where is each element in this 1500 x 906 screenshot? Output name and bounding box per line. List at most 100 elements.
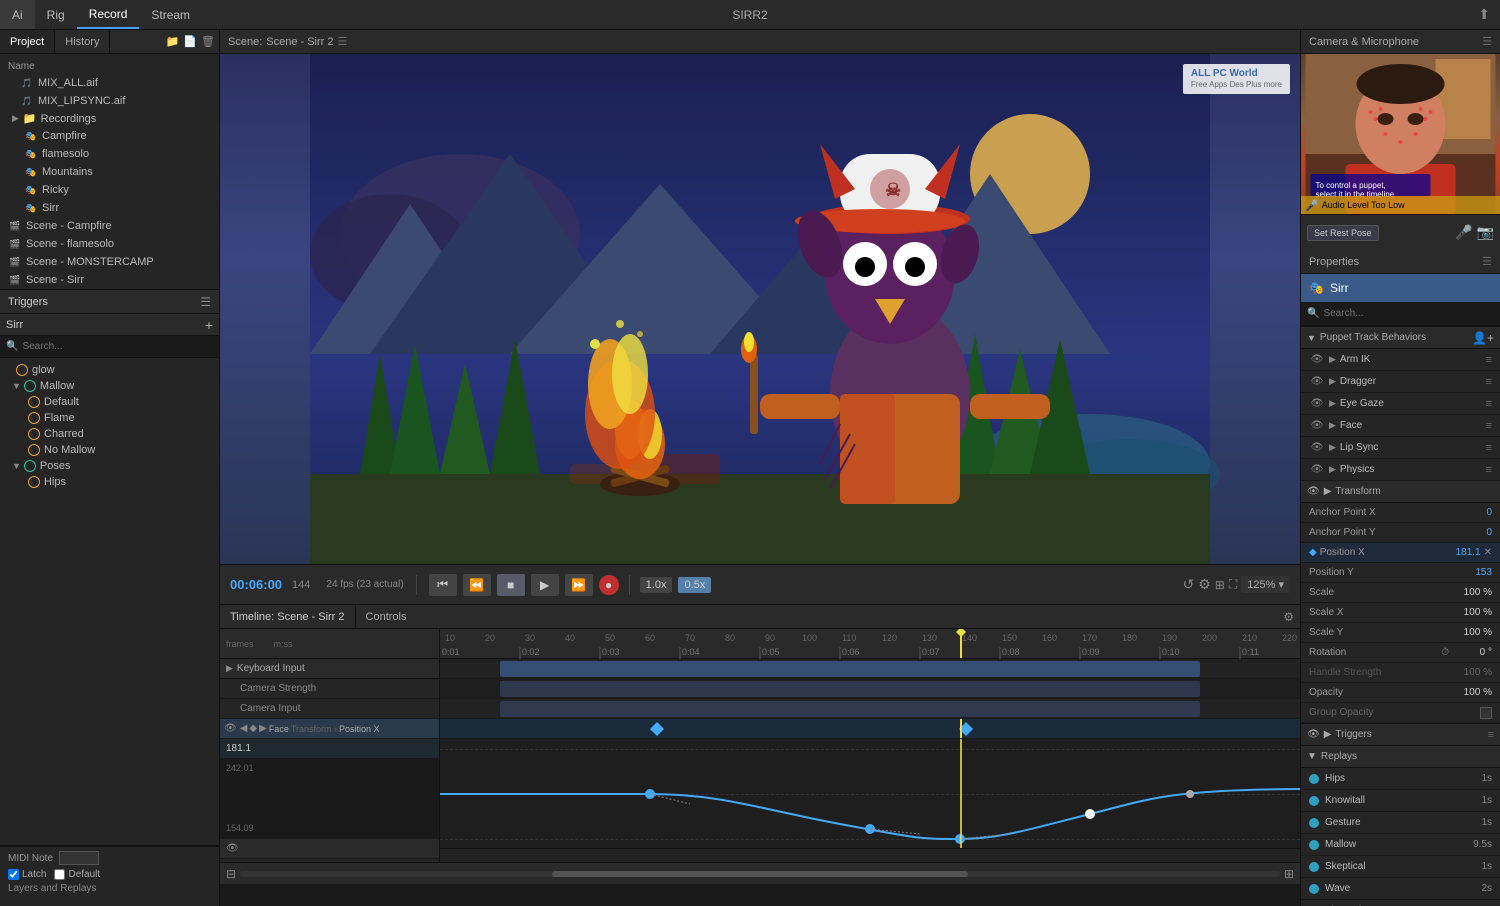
menu-rig[interactable]: Rig (35, 0, 77, 29)
timeline-scrollbar-thumb[interactable] (552, 871, 968, 877)
midi-input[interactable] (59, 851, 99, 865)
set-rest-pose-button[interactable]: Set Rest Pose (1307, 225, 1379, 241)
menu-ai[interactable]: Ai (0, 0, 35, 29)
prop-value-scale-y[interactable]: 100 % (1452, 627, 1492, 638)
go-to-start-button[interactable]: ⏮ (429, 574, 457, 596)
triggers-right-menu[interactable]: ≡ (1488, 729, 1494, 741)
project-item[interactable]: 🎭 Campfire (0, 127, 219, 145)
camera-toggle-icon[interactable]: 📷 (1477, 224, 1494, 241)
behavior-menu-dragger[interactable]: ≡ (1486, 376, 1492, 388)
trigger-folder-poses[interactable]: ▼ Poses (0, 458, 219, 474)
project-item[interactable]: 🎬 Scene - Sirr (0, 271, 219, 289)
menu-stream[interactable]: Stream (139, 0, 202, 29)
chevron-physics[interactable]: ▶ (1329, 464, 1336, 475)
replay-item-skeptical[interactable]: Skeptical 1s (1301, 856, 1500, 878)
fullscreen-icon[interactable]: ⛶ (1229, 577, 1237, 592)
replay-item-pleased[interactable]: Pleased 1s (1301, 900, 1500, 906)
latch-checkbox-label[interactable]: Latch (8, 869, 46, 880)
behavior-menu-face[interactable]: ≡ (1486, 420, 1492, 432)
latch-checkbox[interactable] (8, 869, 19, 880)
prop-value-anchor-x[interactable]: 0 (1452, 507, 1492, 518)
prop-value-scale[interactable]: 100 % (1452, 587, 1492, 598)
trigger-folder-mallow[interactable]: ▼ Mallow (0, 378, 219, 394)
transform-header[interactable]: 👁 ▶ Transform (1301, 481, 1500, 503)
project-item[interactable]: 🎵 MIX_LIPSYNC.aif (0, 92, 219, 110)
project-item[interactable]: 🎭 Mountains (0, 163, 219, 181)
trigger-item-flame[interactable]: Flame (0, 410, 219, 426)
trigger-item-no-mallow[interactable]: No Mallow (0, 442, 219, 458)
behavior-menu-lip-sync[interactable]: ≡ (1486, 442, 1492, 454)
project-item[interactable]: 🎭 Sirr (0, 199, 219, 217)
replay-item-knowitall[interactable]: Knowitall 1s (1301, 790, 1500, 812)
trigger-item-default[interactable]: Default (0, 394, 219, 410)
project-item[interactable]: 🎬 Scene - flamesolo (0, 235, 219, 253)
trigger-item-glow[interactable]: glow (0, 362, 219, 378)
view-icon[interactable]: ⊞ (1215, 578, 1225, 592)
scene-options-icon[interactable]: ☰ (338, 35, 348, 48)
behaviors-group-header[interactable]: ▼ Puppet Track Behaviors 👤+ (1301, 327, 1500, 349)
chevron-dragger[interactable]: ▶ (1329, 376, 1336, 387)
replay-item-wave[interactable]: Wave 2s (1301, 878, 1500, 900)
eye-dragger[interactable]: 👁 (1309, 374, 1325, 390)
eye-arm-ik[interactable]: 👁 (1309, 352, 1325, 368)
menu-record[interactable]: Record (77, 0, 140, 29)
new-item-icon[interactable]: 📄 (183, 35, 197, 48)
triggers-menu-icon[interactable]: ☰ (200, 295, 211, 309)
chevron-lip-sync[interactable]: ▶ (1329, 442, 1336, 453)
mic-toggle-icon[interactable]: 🎤 (1455, 224, 1472, 241)
properties-menu-icon[interactable]: ☰ (1482, 255, 1492, 268)
project-folder-recordings[interactable]: ▶ 📁 Recordings (0, 110, 219, 127)
chevron-arm-ik[interactable]: ▶ (1329, 354, 1336, 365)
triggers-right-header[interactable]: 👁 ▶ Triggers ≡ (1301, 724, 1500, 746)
eye-face[interactable]: 👁 (1309, 418, 1325, 434)
replay-item-hips[interactable]: Hips 1s (1301, 768, 1500, 790)
record-button[interactable]: ● (599, 575, 619, 595)
chevron-face[interactable]: ▶ (1329, 420, 1336, 431)
trigger-item-hips[interactable]: Hips (0, 474, 219, 490)
visibility-eye[interactable]: 👁 (224, 723, 237, 734)
timeline-scrollbar[interactable] (240, 871, 1280, 877)
project-item[interactable]: 🎭 flamesolo (0, 145, 219, 163)
step-forward-button[interactable]: ⏩ (565, 574, 593, 596)
eye-physics[interactable]: 👁 (1309, 462, 1325, 478)
loop-icon[interactable]: ↺ (1183, 576, 1195, 593)
group-opacity-checkbox[interactable] (1480, 707, 1492, 719)
prop-value-position-x[interactable]: 181.1 (1441, 547, 1481, 558)
add-trigger-button[interactable]: + (205, 317, 213, 333)
transform-eye[interactable]: 👁 (1307, 486, 1320, 497)
project-item[interactable]: 🎬 Scene - MONSTERCAMP (0, 253, 219, 271)
prop-value-scale-x[interactable]: 100 % (1452, 607, 1492, 618)
eye-eye-gaze[interactable]: 👁 (1309, 396, 1325, 412)
timeline-zoom-out[interactable]: ⊟ (226, 867, 236, 881)
behavior-menu-physics[interactable]: ≡ (1486, 464, 1492, 476)
properties-search-input[interactable] (1323, 308, 1494, 319)
prop-value-handle-strength[interactable]: 100 % (1452, 667, 1492, 678)
timeline-zoom-in[interactable]: ⊞ (1284, 867, 1294, 881)
stop-button[interactable]: ■ (497, 574, 525, 596)
visibility-toggle[interactable]: 👁 (226, 843, 239, 854)
camera-menu-icon[interactable]: ☰ (1482, 35, 1492, 48)
project-item[interactable]: 🎭 Ricky (0, 181, 219, 199)
default-checkbox[interactable] (54, 869, 65, 880)
behaviors-add-icon[interactable]: 👤+ (1472, 331, 1494, 345)
prop-value-rotation[interactable]: 0 ° (1452, 647, 1492, 658)
new-folder-icon[interactable]: 📁 (166, 35, 180, 48)
controls-tab[interactable]: Controls (356, 605, 417, 628)
prop-value-opacity[interactable]: 100 % (1452, 687, 1492, 698)
timeline-tab[interactable]: Timeline: Scene - Sirr 2 (220, 605, 356, 628)
settings-icon[interactable]: ⚙ (1198, 576, 1211, 593)
replay-item-gesture[interactable]: Gesture 1s (1301, 812, 1500, 834)
zoom-level[interactable]: 125% ▾ (1241, 576, 1290, 593)
prop-value-anchor-y[interactable]: 0 (1452, 527, 1492, 538)
tab-history[interactable]: History (55, 30, 110, 53)
project-item[interactable]: 🎵 MIX_ALL.aif (0, 74, 219, 92)
trigger-item-charred[interactable]: Charred (0, 426, 219, 442)
replays-header[interactable]: ▼ Replays (1301, 746, 1500, 768)
clear-position-x-button[interactable]: ✕ (1484, 547, 1492, 558)
timeline-settings-icon[interactable]: ⚙ (1283, 610, 1294, 624)
behavior-menu-arm-ik[interactable]: ≡ (1486, 354, 1492, 366)
replay-item-mallow[interactable]: Mallow 9.5s (1301, 834, 1500, 856)
chevron-eye-gaze[interactable]: ▶ (1329, 398, 1336, 409)
play-button[interactable]: ▶ (531, 574, 559, 596)
prop-value-position-y[interactable]: 153 (1452, 567, 1492, 578)
